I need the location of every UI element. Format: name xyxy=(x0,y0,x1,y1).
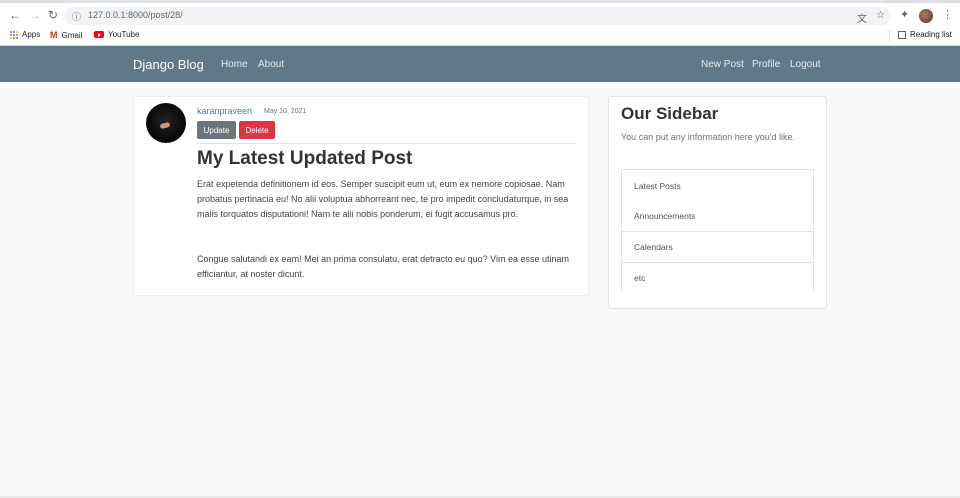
post-paragraph: Erat expetenda definitionem id eos. Semp… xyxy=(197,179,569,219)
nav-about-link[interactable]: About xyxy=(258,59,284,70)
address-url: 127.0.0.1:8000/post/28/ xyxy=(88,10,183,20)
brand-link[interactable]: Django Blog xyxy=(133,57,204,72)
author-avatar xyxy=(146,103,186,143)
youtube-icon xyxy=(94,31,104,38)
browser-menu-icon[interactable]: ⋮ xyxy=(942,8,953,21)
nav-logout-link[interactable]: Logout xyxy=(790,59,821,70)
sidebar-item-calendars[interactable]: Calendars xyxy=(634,242,673,252)
back-arrow-icon[interactable]: ← xyxy=(9,8,21,22)
sidebar-list: Latest Posts Announcements Calendars etc xyxy=(621,169,814,293)
bookmark-label: Gmail xyxy=(61,30,83,40)
translate-icon[interactable]: 文 xyxy=(857,10,867,25)
sidebar-text: You can put any information here you'd l… xyxy=(621,132,795,142)
sidebar-item-latest-posts[interactable]: Latest Posts xyxy=(634,181,681,191)
bookmarks-bar: Apps M Gmail YouTube Reading list xyxy=(0,26,960,46)
extensions-puzzle-icon[interactable]: ✦ xyxy=(900,8,909,21)
bookmark-label: Apps xyxy=(22,30,41,39)
sidebar-item-etc[interactable]: etc xyxy=(634,273,645,283)
author-link[interactable]: karanpraveen xyxy=(197,106,252,116)
delete-button[interactable]: Delete xyxy=(239,121,275,139)
post-title: My Latest Updated Post xyxy=(197,148,413,169)
nav-profile-link[interactable]: Profile xyxy=(752,59,780,70)
sidebar-list-divider xyxy=(622,231,813,232)
gmail-icon: M xyxy=(50,30,58,40)
bookmark-gmail[interactable]: M Gmail xyxy=(50,30,82,40)
bookmark-apps[interactable]: Apps xyxy=(9,30,40,39)
info-icon[interactable]: ⓘ xyxy=(72,10,81,23)
sidebar-item-announcements[interactable]: Announcements xyxy=(634,211,695,221)
post-date: May 10, 2021 xyxy=(264,108,307,115)
bookmark-star-icon[interactable]: ☆ xyxy=(876,10,885,21)
update-button[interactable]: Update xyxy=(197,121,236,139)
nav-home-link[interactable]: Home xyxy=(221,59,248,70)
apps-grid-icon xyxy=(9,30,18,39)
address-bar[interactable]: ⓘ 127.0.0.1:8000/post/28/ 文 ☆ xyxy=(64,7,891,25)
sidebar-title: Our Sidebar xyxy=(621,104,719,123)
reading-list-button[interactable]: Reading list xyxy=(898,30,952,39)
site-navbar: Django Blog Home About New Post Profile … xyxy=(0,46,960,82)
profile-avatar-icon[interactable] xyxy=(919,9,933,23)
browser-toolbar: ← → ↻ ⓘ 127.0.0.1:8000/post/28/ 文 ☆ ✦ ⋮ xyxy=(0,0,960,26)
bookmark-label: YouTube xyxy=(108,30,140,39)
nav-new-post-link[interactable]: New Post xyxy=(701,59,744,70)
bookmarks-divider xyxy=(889,30,890,42)
post-paragraph: Congue salutandi ex eam! Mei an prima co… xyxy=(197,254,570,279)
post-divider xyxy=(197,143,576,144)
bookmark-youtube[interactable]: YouTube xyxy=(94,30,139,39)
reading-list-label: Reading list xyxy=(910,30,952,39)
reload-icon[interactable]: ↻ xyxy=(48,8,58,22)
sidebar-list-divider xyxy=(622,262,813,263)
forward-arrow-icon[interactable]: → xyxy=(29,8,41,22)
reading-list-icon xyxy=(898,30,906,39)
